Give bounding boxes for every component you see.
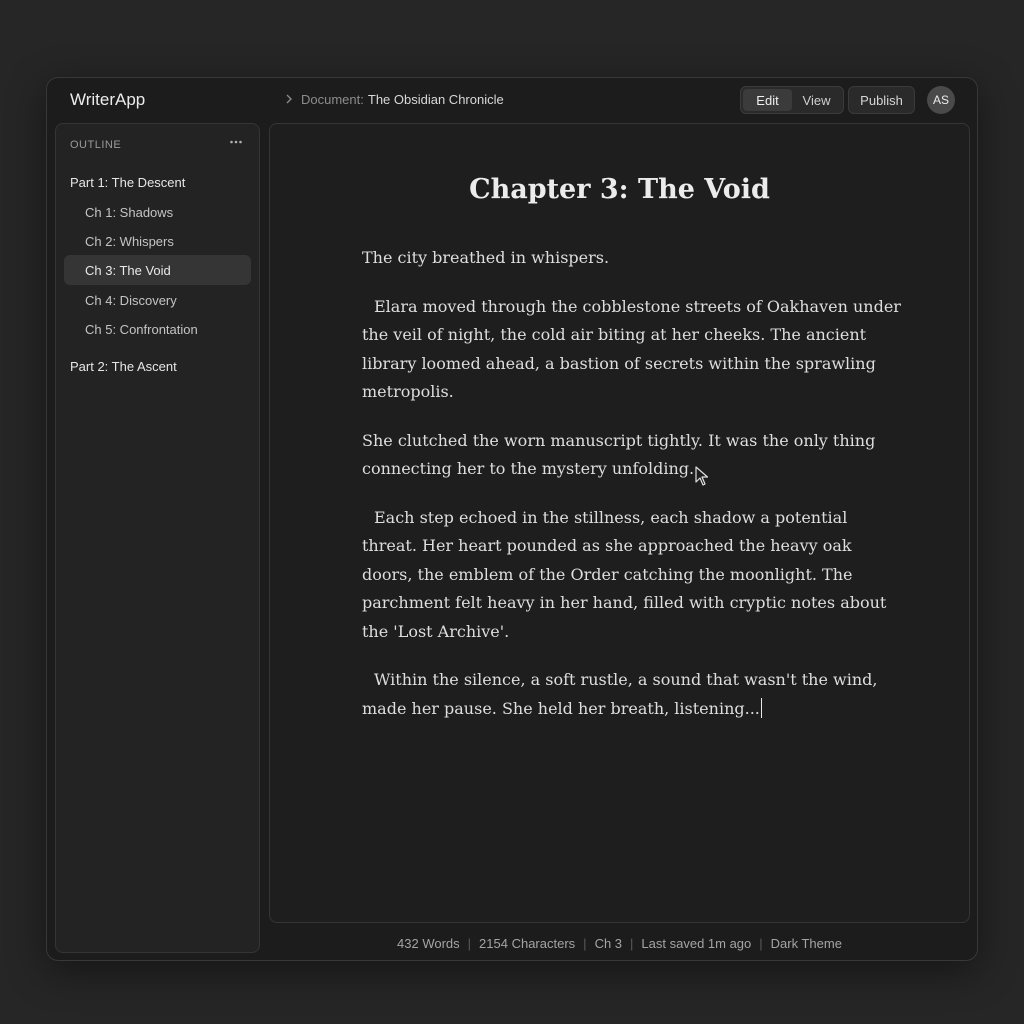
app-title: WriterApp	[70, 90, 146, 109]
paragraph[interactable]: She clutched the worn manuscript tightly…	[362, 427, 902, 484]
chevron-right-icon	[285, 92, 293, 108]
save-status: Last saved 1m ago	[641, 935, 752, 951]
breadcrumb-label: Document:	[301, 92, 364, 107]
status-divider: |	[467, 935, 472, 951]
text-caret	[760, 697, 763, 718]
status-bar: 432 Words | 2154 Characters | Ch 3 | Las…	[269, 931, 970, 955]
mouse-pointer-icon	[695, 466, 709, 491]
paragraph-last[interactable]: Within the silence, a soft rustle, a sou…	[362, 666, 902, 723]
view-mode-button[interactable]: View	[792, 89, 841, 111]
outline-part-2[interactable]: Part 2: The Ascent	[64, 351, 251, 381]
outline-part-1[interactable]: Part 1: The Descent	[64, 167, 251, 197]
editor-text-area[interactable]: The city breathed in whispers. Elara mov…	[362, 244, 902, 743]
more-horizontal-icon[interactable]	[229, 135, 243, 152]
status-divider: |	[583, 935, 587, 951]
paragraph[interactable]: Each step echoed in the stillness, each …	[362, 504, 902, 647]
editor-pane[interactable]: Chapter 3: The Void The city breathed in…	[269, 123, 970, 923]
outline-sidebar: OUTLINE Part 1: The Descent Ch 1: Shadow…	[55, 123, 260, 953]
outline-chapter-4[interactable]: Ch 4: Discovery	[64, 285, 251, 315]
edit-mode-button[interactable]: Edit	[743, 89, 792, 111]
mode-toggle: Edit View	[740, 86, 844, 114]
publish-button[interactable]: Publish	[848, 86, 915, 114]
app-window: WriterApp Document: The Obsidian Chronic…	[46, 77, 978, 961]
paragraph[interactable]: The city breathed in whispers.	[362, 244, 902, 273]
outline-chapter-3[interactable]: Ch 3: The Void	[64, 255, 251, 285]
outline-chapter-5[interactable]: Ch 5: Confrontation	[64, 314, 251, 344]
current-chapter: Ch 3	[594, 935, 623, 951]
status-divider: |	[630, 935, 634, 951]
outline-chapter-1[interactable]: Ch 1: Shadows	[64, 197, 251, 227]
word-count: 432 Words	[397, 935, 460, 951]
character-count: 2154 Characters	[479, 935, 576, 951]
outline-title: OUTLINE	[70, 139, 122, 151]
paragraph[interactable]: Elara moved through the cobblestone stre…	[362, 293, 902, 407]
avatar[interactable]: AS	[927, 86, 955, 114]
outline-chapter-2[interactable]: Ch 2: Whispers	[64, 226, 251, 256]
theme-indicator[interactable]: Dark Theme	[771, 936, 842, 951]
paragraph-text: Within the silence, a soft rustle, a sou…	[362, 670, 878, 718]
breadcrumb: Document: The Obsidian Chronicle	[285, 92, 504, 108]
document-name[interactable]: The Obsidian Chronicle	[368, 92, 504, 108]
status-divider: |	[759, 935, 763, 951]
chapter-title[interactable]: Chapter 3: The Void	[270, 174, 969, 205]
